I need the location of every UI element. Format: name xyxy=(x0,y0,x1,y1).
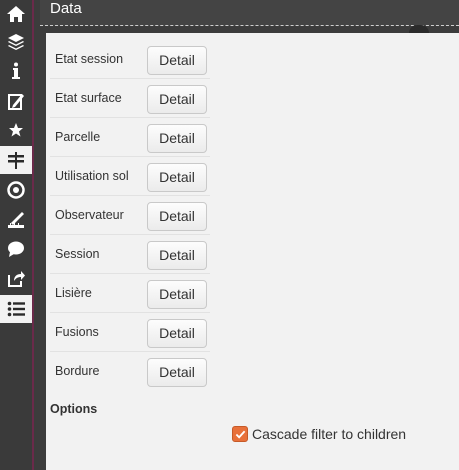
edit-button[interactable] xyxy=(0,87,32,115)
measure-button[interactable] xyxy=(0,206,32,234)
detail-button[interactable]: Detail xyxy=(147,358,207,387)
comment-icon xyxy=(8,241,24,257)
data-list-button[interactable] xyxy=(0,295,32,323)
measure-icon xyxy=(8,212,24,228)
detail-button[interactable]: Detail xyxy=(147,85,207,114)
star-icon xyxy=(9,123,23,137)
comment-button[interactable] xyxy=(0,235,32,263)
data-row-label: Session xyxy=(55,247,100,261)
info-icon xyxy=(12,62,20,79)
checkmark-icon xyxy=(235,430,245,439)
data-row: Utilisation sol Detail xyxy=(50,156,210,196)
data-row: Fusions Detail xyxy=(50,312,210,352)
data-row: Observateur Detail xyxy=(50,195,210,235)
cascade-filter-option[interactable]: Cascade filter to children xyxy=(232,426,406,442)
options-title: Options xyxy=(50,402,98,416)
share-icon xyxy=(8,271,25,287)
data-row: Session Detail xyxy=(50,234,210,274)
signpost-button[interactable] xyxy=(0,146,32,174)
data-row-label: Observateur xyxy=(55,208,124,222)
data-row: Etat session Detail xyxy=(50,39,210,79)
clipboard-pen-icon xyxy=(8,94,24,110)
home-icon xyxy=(7,6,25,22)
signpost-icon xyxy=(8,152,24,169)
favorites-button[interactable] xyxy=(0,116,32,144)
detail-button[interactable]: Detail xyxy=(147,163,207,192)
layers-button[interactable] xyxy=(0,28,32,56)
detail-button[interactable]: Detail xyxy=(147,241,207,270)
data-row-label: Fusions xyxy=(55,325,99,339)
data-row: Parcelle Detail xyxy=(50,117,210,157)
detail-button[interactable]: Detail xyxy=(147,319,207,348)
layers-icon xyxy=(8,34,24,50)
data-row: Etat surface Detail xyxy=(50,78,210,118)
home-button[interactable] xyxy=(0,0,32,28)
cascade-filter-checkbox[interactable] xyxy=(232,426,248,442)
target-icon xyxy=(7,181,25,199)
cascade-filter-label: Cascade filter to children xyxy=(252,426,407,442)
detail-button[interactable]: Detail xyxy=(147,280,207,309)
share-button[interactable] xyxy=(0,265,32,293)
list-icon xyxy=(7,301,25,317)
detail-button[interactable]: Detail xyxy=(147,124,207,153)
sidebar xyxy=(0,0,34,470)
data-row-label: Utilisation sol xyxy=(55,169,129,183)
data-panel: Etat session Detail Etat surface Detail … xyxy=(46,33,459,470)
detail-button[interactable]: Detail xyxy=(147,202,207,231)
detail-button[interactable]: Detail xyxy=(147,46,207,75)
data-row-label: Bordure xyxy=(55,364,100,378)
info-button[interactable] xyxy=(0,57,32,85)
data-row-label: Parcelle xyxy=(55,130,101,144)
data-row-label: Etat session xyxy=(55,52,124,66)
data-row: Lisière Detail xyxy=(50,273,210,313)
panel-title: Data xyxy=(50,0,82,17)
data-row: Bordure Detail xyxy=(50,351,210,390)
panel-header: Data xyxy=(40,0,459,26)
data-row-label: Lisière xyxy=(55,286,92,300)
target-button[interactable] xyxy=(0,176,32,204)
data-row-label: Etat surface xyxy=(55,91,122,105)
map-fragment xyxy=(409,25,429,33)
